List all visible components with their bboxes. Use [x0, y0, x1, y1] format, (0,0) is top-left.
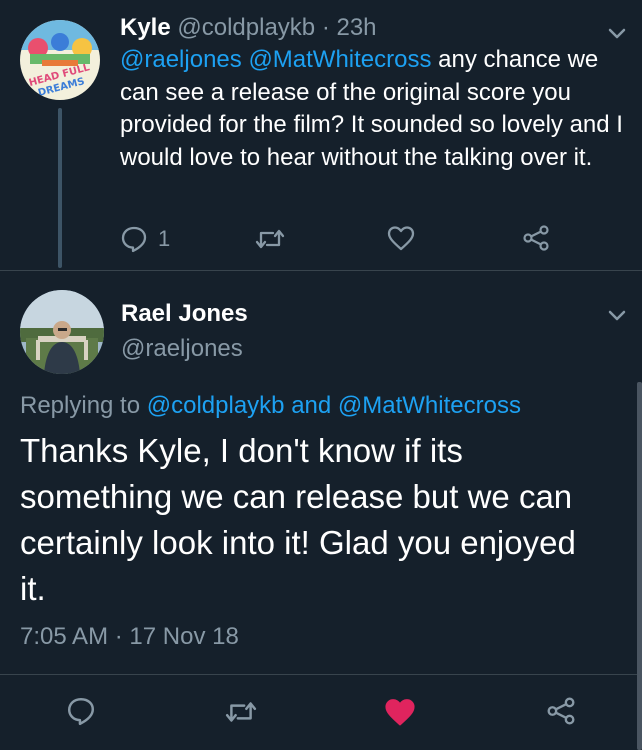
parent-tweet-header: Kyle @coldplaykb · 23h	[120, 12, 377, 44]
avatar[interactable]	[20, 290, 104, 374]
tweet-thread-page: HEAD FULL DREAMS Kyle @coldplaykb · 23h …	[0, 0, 642, 750]
chevron-down-icon[interactable]	[606, 304, 628, 326]
retweet-icon	[225, 698, 257, 726]
like-button[interactable]	[387, 225, 415, 251]
tweet-text: Thanks Kyle, I don't know if its somethi…	[20, 432, 576, 607]
meta-separator: ·	[321, 14, 330, 41]
mention-link[interactable]: @coldplaykb	[147, 392, 285, 419]
thread-connector-line	[58, 108, 62, 268]
parent-tweet[interactable]: HEAD FULL DREAMS Kyle @coldplaykb · 23h …	[0, 0, 642, 270]
retweet-button[interactable]	[255, 226, 285, 252]
tweet-time: 7:05 AM	[20, 623, 109, 650]
divider	[0, 674, 642, 675]
reply-icon	[66, 696, 96, 726]
reply-button[interactable]	[66, 696, 96, 726]
author-name[interactable]: Rael Jones	[121, 298, 248, 330]
chevron-down-icon[interactable]	[606, 22, 628, 44]
author-handle[interactable]: @raeljones	[121, 333, 243, 365]
meta-separator: ·	[114, 623, 123, 650]
heart-icon	[387, 225, 415, 251]
author-handle[interactable]: @coldplaykb	[177, 14, 315, 41]
replying-to: Replying to @coldplaykb and @MatWhitecro…	[20, 390, 521, 422]
heart-icon	[384, 697, 416, 727]
replying-prefix: Replying to	[20, 392, 141, 419]
share-button[interactable]	[522, 224, 550, 252]
reply-icon	[120, 225, 148, 253]
tweet-date: 17 Nov 18	[129, 623, 239, 650]
author-name[interactable]: Kyle	[120, 14, 171, 41]
share-icon	[546, 696, 576, 726]
share-button[interactable]	[546, 696, 576, 726]
avatar[interactable]: HEAD FULL DREAMS	[20, 20, 100, 100]
scrollbar[interactable]	[637, 382, 642, 750]
retweet-icon	[255, 226, 285, 252]
parent-tweet-text: @raeljones @MatWhitecross any chance we …	[120, 44, 625, 174]
tweet-timestamp[interactable]: 7:05 AM · 17 Nov 18	[20, 621, 239, 653]
share-icon	[522, 224, 550, 252]
reply-count: 1	[158, 226, 171, 251]
like-button[interactable]	[384, 697, 416, 727]
mention-link[interactable]: @MatWhitecross	[338, 392, 521, 419]
divider	[0, 270, 642, 271]
mention-link[interactable]: @raeljones	[120, 46, 242, 73]
reply-button[interactable]: 1	[120, 225, 170, 253]
retweet-button[interactable]	[225, 698, 257, 726]
tweet-time-ago[interactable]: 23h	[336, 14, 376, 41]
mention-link[interactable]: @MatWhitecross	[248, 46, 431, 73]
replying-and: and	[291, 392, 332, 419]
